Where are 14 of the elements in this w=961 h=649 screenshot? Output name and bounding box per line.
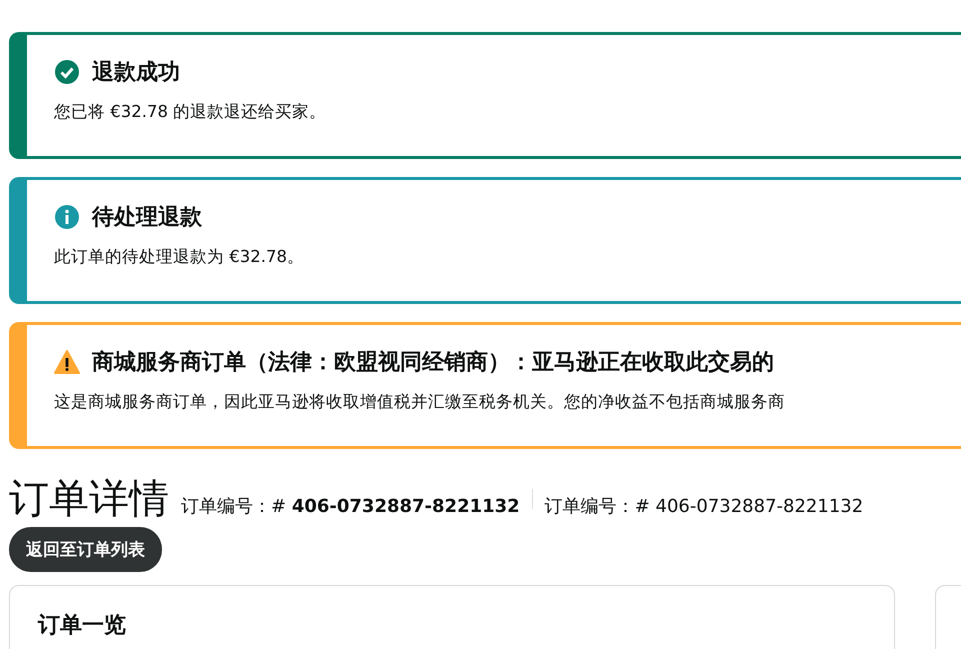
info-icon <box>54 204 80 230</box>
alert-message: 这是商城服务商订单，因此亚马逊将收取增值税并汇缴至税务机关。您的净收益不包括商城服务商 <box>54 391 786 413</box>
page-title: 订单详情 <box>9 477 169 521</box>
alert-title: 商城服务商订单（法律：欧盟视同经销商）：亚马逊正在收取此交易的 <box>92 348 774 377</box>
alert-title: 退款成功 <box>92 59 180 87</box>
back-button[interactable]: 返回至订单列表 <box>9 527 162 572</box>
order-number: 订单编号：# 406-0732887-8221132 <box>544 495 864 518</box>
warning-icon <box>54 349 80 375</box>
alert-title: 待处理退款 <box>92 204 202 232</box>
card-title: 订单一览 <box>38 613 126 638</box>
order-number: 订单编号：# 406-0732887-8221132 <box>181 495 520 518</box>
alert-message: 您已将 €32.78 的退款退还给买家。 <box>54 101 328 123</box>
check-circle-icon <box>54 59 80 85</box>
alert-message: 此订单的待处理退款为 €32.78。 <box>54 246 305 268</box>
